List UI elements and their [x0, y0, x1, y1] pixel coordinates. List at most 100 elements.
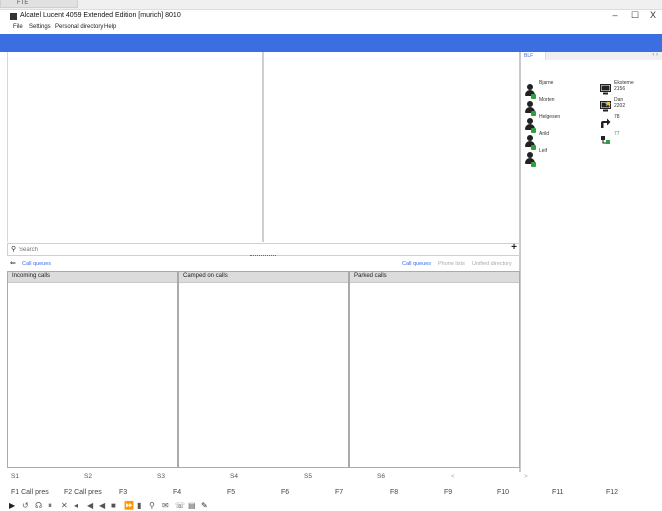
- forward-arrow-icon: [601, 118, 611, 128]
- headset-icon[interactable]: ☊: [35, 501, 42, 510]
- s-key-3[interactable]: S3: [157, 473, 165, 480]
- s-key-6[interactable]: S6: [377, 473, 385, 480]
- volume-down-icon[interactable]: ◀: [87, 501, 93, 510]
- column-title: Camped on calls: [183, 273, 228, 279]
- volume-up-icon[interactable]: ◀: [99, 501, 105, 510]
- maximize-button[interactable]: ☐: [628, 10, 642, 21]
- taskbar-tab[interactable]: FTE: [0, 0, 78, 8]
- column-header: Incoming calls: [8, 272, 177, 283]
- s-key-2[interactable]: S2: [84, 473, 92, 480]
- tab-phone-lists[interactable]: Phone lists: [438, 261, 465, 267]
- parked-calls-column: Parked calls: [349, 271, 520, 468]
- monitor-icon: [600, 84, 611, 95]
- f-key-10[interactable]: F10: [497, 489, 509, 496]
- record-icon[interactable]: ■: [111, 501, 116, 510]
- s-keys-prev[interactable]: <: [451, 473, 455, 480]
- device-network[interactable]: 77: [600, 131, 660, 151]
- contact-name: Bjarne: [539, 80, 554, 86]
- mute-icon[interactable]: ✕: [61, 501, 68, 510]
- f-key-4[interactable]: F4: [173, 489, 181, 496]
- column-title: Parked calls: [354, 273, 387, 279]
- contact-name: Leif: [539, 148, 548, 154]
- f-key-11[interactable]: F11: [552, 489, 564, 496]
- column-header: Camped on calls: [179, 272, 348, 283]
- volume-down-icon[interactable]: ◂: [74, 501, 78, 510]
- tab-unified-directory[interactable]: Unified directory: [472, 261, 512, 267]
- person-icon: [525, 135, 536, 150]
- header-band: [0, 34, 662, 52]
- forward-icon[interactable]: ⏩: [124, 501, 134, 510]
- menu-settings[interactable]: Settings: [29, 24, 51, 30]
- menu-help[interactable]: Help: [104, 24, 116, 30]
- transfer-icon[interactable]: ▮: [137, 501, 141, 510]
- monitor-star-icon: [600, 101, 611, 112]
- blf-tab-bar: BLF ‹ ›: [521, 52, 662, 60]
- back-arrow-icon[interactable]: ⇐: [10, 259, 16, 267]
- search-icon: ⚲: [11, 246, 17, 253]
- s-key-1[interactable]: S1: [11, 473, 19, 480]
- phone-icon[interactable]: ☏: [175, 501, 185, 510]
- column-header: Parked calls: [350, 272, 519, 283]
- s-key-4[interactable]: S4: [230, 473, 238, 480]
- person-icon: [525, 84, 536, 99]
- f-key-1[interactable]: F1 Call pres: [11, 489, 49, 496]
- menu-personal-directory[interactable]: Personal directory: [55, 24, 103, 30]
- call-queues-label: Call queues: [22, 261, 52, 267]
- f-key-3[interactable]: F3: [119, 489, 127, 496]
- f-keys-row: F1 Call pres F2 Call pres F3 F4 F5 F6 F7…: [0, 488, 662, 499]
- camped-on-calls-column: Camped on calls: [178, 271, 349, 468]
- close-button[interactable]: X: [646, 10, 660, 20]
- menu-bar: File Settings Personal directory Help: [0, 23, 662, 33]
- pen-icon[interactable]: ✎: [201, 501, 208, 510]
- network-device-icon: [601, 136, 610, 144]
- redial-icon[interactable]: ↺: [22, 501, 29, 510]
- contact-arild[interactable]: Arild: [525, 131, 595, 151]
- minimize-button[interactable]: –: [608, 10, 622, 20]
- device-number: 77: [614, 131, 620, 137]
- device-number: 2202: [614, 103, 626, 109]
- left-pane: [7, 52, 262, 242]
- person-icon: [525, 152, 536, 167]
- f-key-7[interactable]: F7: [335, 489, 343, 496]
- column-title: Incoming calls: [12, 273, 51, 279]
- search-input[interactable]: [19, 245, 499, 254]
- s-key-5[interactable]: S5: [304, 473, 312, 480]
- device-forward[interactable]: 78: [600, 114, 660, 134]
- play-icon[interactable]: ▶: [9, 501, 15, 510]
- mail-icon[interactable]: ✉: [162, 501, 169, 510]
- contact-helgesen[interactable]: Helgesen: [525, 114, 595, 134]
- blf-tab-label: BLF: [524, 53, 534, 59]
- f-key-8[interactable]: F8: [390, 489, 398, 496]
- contact-name: Morten: [539, 97, 555, 103]
- f-key-5[interactable]: F5: [227, 489, 235, 496]
- tab-call-queues[interactable]: Call queues: [402, 261, 431, 267]
- person-icon: [525, 101, 536, 116]
- s-keys-next[interactable]: >: [524, 473, 528, 480]
- contact-bjarne[interactable]: Bjarne: [525, 80, 595, 100]
- contact-name: Helgesen: [539, 114, 561, 120]
- bottom-toolbar: ▶ ↺ ☊ ⏸ ✕ ◂ ◀ ◀ ■ ⏩ ▮ ⚲ ✉ ☏ ▤ ✎: [0, 501, 662, 511]
- device-dan[interactable]: Dan 2202: [600, 97, 660, 117]
- window-title: Alcatel Lucent 4059 Extended Edition [mu…: [20, 12, 181, 19]
- menu-file[interactable]: File: [13, 24, 23, 30]
- pane-splitter[interactable]: [262, 52, 264, 242]
- contact-name: Arild: [539, 131, 550, 137]
- add-icon[interactable]: +: [511, 242, 517, 253]
- f-key-9[interactable]: F9: [444, 489, 452, 496]
- device-eksterne[interactable]: Eksterne 2156: [600, 80, 660, 100]
- hold-icon[interactable]: ⏸: [48, 501, 52, 511]
- f-key-6[interactable]: F6: [281, 489, 289, 496]
- call-queues-header: ⇐ Call queues Call queues Phone lists Un…: [7, 258, 520, 270]
- search-icon[interactable]: ⚲: [149, 501, 155, 510]
- note-icon[interactable]: ▤: [188, 501, 196, 510]
- tab-scroll-controls[interactable]: ‹ ›: [652, 52, 658, 58]
- f-key-2[interactable]: F2 Call pres: [64, 489, 102, 496]
- incoming-calls-column: Incoming calls: [7, 271, 178, 468]
- right-pane: [265, 52, 519, 242]
- title-bar: Alcatel Lucent 4059 Extended Edition [mu…: [0, 9, 662, 24]
- f-key-12[interactable]: F12: [606, 489, 618, 496]
- s-keys-row: S1 S2 S3 S4 S5 S6 < >: [0, 472, 528, 484]
- blf-panel: BLF ‹ › Bjarne Morten Helgesen Arild Lei…: [521, 52, 662, 472]
- contact-leif[interactable]: Leif: [525, 148, 595, 168]
- taskbar-strip: FTE: [0, 0, 662, 9]
